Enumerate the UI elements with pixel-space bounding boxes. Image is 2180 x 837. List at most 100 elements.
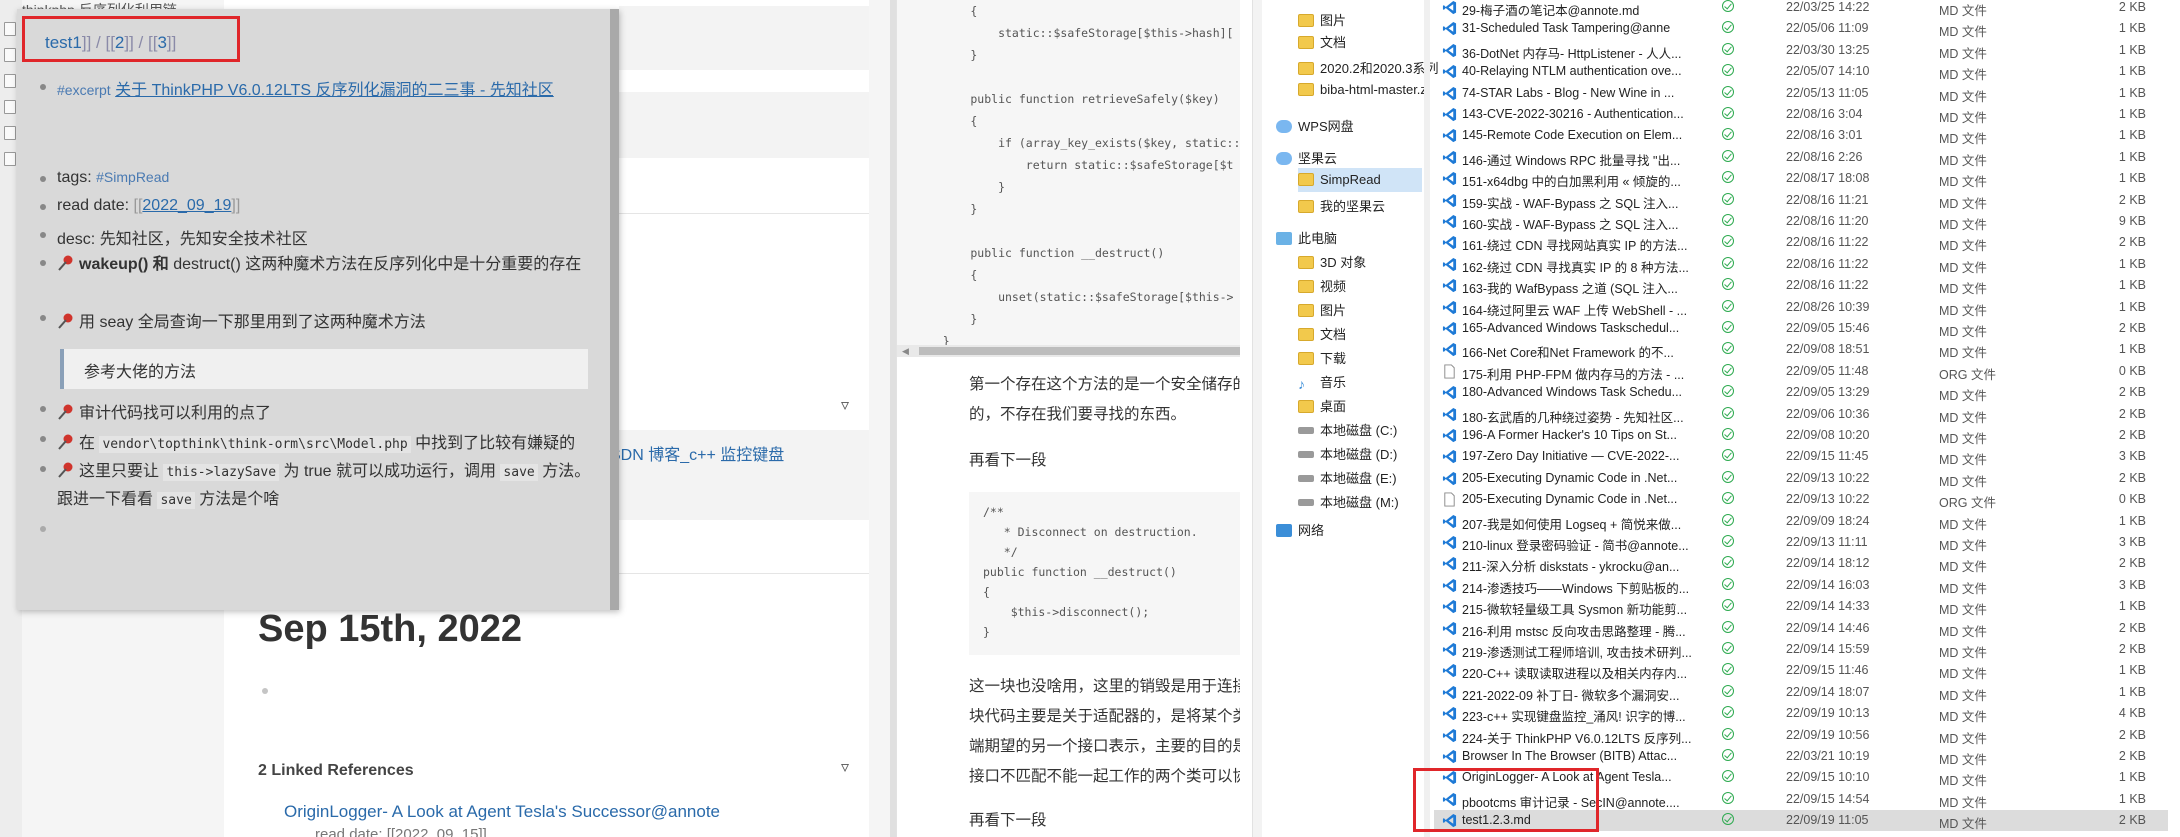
file-row[interactable]: 143-CVE-2022-30216 - Authentication... 22… xyxy=(1434,104,2168,125)
file-row[interactable]: 165-Advanced Windows Taskschedul... 22/09… xyxy=(1434,318,2168,339)
file-row[interactable]: 160-实战 - WAF-Bypass 之 SQL 注入... 22/08/16 … xyxy=(1434,211,2168,232)
nav-item[interactable]: 我的坚果云 xyxy=(1298,196,1385,215)
filter-icon[interactable]: ▿ xyxy=(841,757,849,777)
bullet[interactable] xyxy=(40,260,46,266)
scroll-left-arrow-icon[interactable]: ◀ xyxy=(902,346,909,357)
file-row[interactable]: 146-通过 Windows RPC 批量寻找 "出... 22/08/16 2:… xyxy=(1434,147,2168,168)
bullet[interactable] xyxy=(40,315,46,321)
file-row[interactable]: 180-玄武盾的几种绕过姿势 - 先知社区... 22/09/06 10:36 MD… xyxy=(1434,404,2168,425)
nav-item[interactable]: ♪ 音乐 xyxy=(1298,372,1346,392)
file-row[interactable]: 31-Scheduled Task Tampering@anne 22/05/06… xyxy=(1434,18,2168,39)
file-row[interactable]: 196-A Former Hacker's 10 Tips on St... 22… xyxy=(1434,425,2168,446)
nav-item[interactable]: SimpRead xyxy=(1298,172,1381,187)
file-row[interactable]: 219-渗透测试工程师培训, 攻击技术研判... 22/09/14 15:59 MD… xyxy=(1434,639,2168,660)
file-row[interactable]: 210-linux 登录密码验证 - 简书@annote... 22/09/13 … xyxy=(1434,532,2168,553)
file-row[interactable]: 216-利用 mstsc 反向攻击思路整理 - 腾... 22/09/14 14:… xyxy=(1434,618,2168,639)
file-row[interactable]: 145-Remote Code Execution on Elem... 22/0… xyxy=(1434,125,2168,146)
nav-item[interactable]: 下载 xyxy=(1298,348,1346,367)
nav-item[interactable]: 坚果云 xyxy=(1276,148,1337,167)
file-row[interactable]: 40-Relaying NTLM authentication ove... 22… xyxy=(1434,61,2168,82)
file-row[interactable]: 166-Net Core和Net Framework 的不... 22/09/08… xyxy=(1434,339,2168,360)
code-scrollbar-thumb[interactable] xyxy=(919,347,1249,355)
linked-page-link[interactable]: SDN 博客_c++ 监控键盘 xyxy=(610,441,784,465)
bullet[interactable] xyxy=(40,232,46,238)
tag-simpread[interactable]: #SimpRead xyxy=(96,169,169,185)
file-row[interactable]: 197-Zero Day Initiative — CVE-2022-... 22… xyxy=(1434,446,2168,467)
file-row[interactable]: 161-绕过 CDN 寻找网站真实 IP 的方法... 22/08/16 11:2… xyxy=(1434,232,2168,253)
bullet[interactable] xyxy=(40,204,46,210)
nav-item[interactable]: 图片 xyxy=(1298,10,1346,29)
empty-bullet[interactable] xyxy=(40,526,46,532)
nav-item[interactable]: 本地磁盘 (C:) xyxy=(1298,420,1397,439)
page-icon[interactable] xyxy=(4,48,16,62)
file-size: 2 KB xyxy=(2118,0,2146,14)
file-row[interactable]: 205-Executing Dynamic Code in .Net... 22/… xyxy=(1434,489,2168,510)
file-row[interactable]: 221-2022-09 补丁日- 微软多个漏洞安... 22/09/14 18:0… xyxy=(1434,682,2168,703)
file-date: 22/09/15 10:10 xyxy=(1786,770,1870,785)
nav-item[interactable]: 2020.2和2020.3系列 xyxy=(1298,58,1439,77)
bullet[interactable] xyxy=(40,406,46,412)
nav-item[interactable]: 3D 对象 xyxy=(1298,252,1366,271)
nav-item[interactable]: 此电脑 xyxy=(1276,228,1337,247)
bullet[interactable] xyxy=(40,466,46,472)
file-row[interactable]: 74-STAR Labs - Blog - New Wine in ... 22/… xyxy=(1434,83,2168,104)
linked-reference-item[interactable]: OriginLogger- A Look at Agent Tesla's Su… xyxy=(284,802,720,822)
empty-bullet[interactable] xyxy=(262,688,268,694)
file-row[interactable]: 180-Advanced Windows Task Schedu... 22/09… xyxy=(1434,382,2168,403)
page-icon[interactable] xyxy=(4,74,16,88)
file-row[interactable]: 220-C++ 读取读取进程以及相关内存内... 22/09/15 11:46 MD… xyxy=(1434,660,2168,681)
nav-item[interactable]: WPS网盘 xyxy=(1276,116,1354,135)
file-row[interactable]: 151-x64dbg 中的白加黑利用 « 倾旋的... 22/08/17 18:0… xyxy=(1434,168,2168,189)
journal-date-title[interactable]: Sep 15th, 2022 xyxy=(258,608,522,651)
nav-item[interactable]: 网络 xyxy=(1276,520,1324,539)
nav-item[interactable]: 视频 xyxy=(1298,276,1346,295)
bullet[interactable] xyxy=(40,84,46,90)
page-icon[interactable] xyxy=(4,100,16,114)
file-row[interactable]: 211-深入分析 diskstats - ykrocku@an... 22/09/… xyxy=(1434,553,2168,574)
file-row[interactable]: 205-Executing Dynamic Code in .Net... 22/… xyxy=(1434,468,2168,489)
file-row[interactable]: 223-c++ 实现键盘监控_涌风! 识字的博... 22/09/19 10:13… xyxy=(1434,703,2168,724)
file-row[interactable]: 162-绕过 CDN 寻找真实 IP 的 8 种方法... 22/08/16 11… xyxy=(1434,254,2168,275)
nav-item[interactable]: 本地磁盘 (E:) xyxy=(1298,468,1397,487)
paragraph: 块代码主要是关于适配器的，是将某个类 xyxy=(969,708,1249,725)
page-icon[interactable] xyxy=(4,126,16,140)
file-name: 163-我的 WafBypass 之道 (SQL 注入... xyxy=(1462,282,1678,297)
read-date-link[interactable]: 2022_09_19 xyxy=(142,197,231,214)
file-row[interactable]: 224-关于 ThinkPHP V6.0.12LTS 反序列... 22/09/1… xyxy=(1434,725,2168,746)
popup-scrollbar[interactable] xyxy=(610,9,619,610)
nav-item[interactable]: 文档 xyxy=(1298,324,1346,343)
file-row[interactable]: 29-梅子酒の笔记本@annote.md 22/03/25 14:22 MD 文件 2… xyxy=(1434,0,2168,18)
nav-item[interactable]: 桌面 xyxy=(1298,396,1346,415)
scrollbar[interactable] xyxy=(1252,0,1262,837)
content-block xyxy=(619,6,869,70)
file-row[interactable]: 159-实战 - WAF-Bypass 之 SQL 注入... 22/08/16 … xyxy=(1434,190,2168,211)
page-icon[interactable] xyxy=(4,152,16,166)
file-name: 175-利用 PHP-FPM 做内存马的方法 - ... xyxy=(1462,367,1685,382)
filter-icon[interactable]: ▿ xyxy=(841,395,849,415)
nav-item[interactable]: biba-html-master.z xyxy=(1298,82,1427,97)
file-row[interactable]: Browser In The Browser (BITB) Attac... 22… xyxy=(1434,746,2168,767)
file-row[interactable]: 215-微软轻量级工具 Sysmon 新功能剪... 22/09/14 14:33… xyxy=(1434,596,2168,617)
file-row[interactable]: 36-DotNet 内存马- HttpListener - 人人... 22/03… xyxy=(1434,40,2168,61)
nav-item[interactable]: 文档 xyxy=(1298,32,1346,51)
bullet[interactable] xyxy=(40,436,46,442)
file-name: 211-深入分析 diskstats - ykrocku@an... xyxy=(1462,560,1680,575)
linked-references-header[interactable]: 2 Linked References xyxy=(258,762,414,780)
nav-scrollbar[interactable] xyxy=(1424,0,1430,837)
nav-item[interactable]: 本地磁盘 (M:) xyxy=(1298,492,1399,511)
vscode-file-icon xyxy=(1442,450,1457,464)
bullet[interactable] xyxy=(40,176,46,182)
excerpt-link[interactable]: 关于 ThinkPHP V6.0.12LTS 反序列化漏洞的二三事 - 先知社区 xyxy=(115,82,554,99)
file-date: 22/09/05 11:48 xyxy=(1786,363,1869,378)
file-row[interactable]: 207-我是如何使用 Logseq + 简悦来做... 22/09/09 18:2… xyxy=(1434,511,2168,532)
page-icon[interactable] xyxy=(4,22,16,36)
file-row[interactable]: 214-渗透技巧——Windows 下剪贴板的... 22/09/14 16:03… xyxy=(1434,575,2168,596)
file-row[interactable]: 164-绕过阿里云 WAF 上传 WebShell - ... 22/08/26 … xyxy=(1434,297,2168,318)
nav-item[interactable]: 本地磁盘 (D:) xyxy=(1298,444,1397,463)
file-date: 22/05/13 11:05 xyxy=(1786,85,1869,100)
nav-item[interactable]: 图片 xyxy=(1298,300,1346,319)
file-row[interactable]: 163-我的 WafBypass 之道 (SQL 注入... 22/08/16 1… xyxy=(1434,275,2168,296)
excerpt-tag[interactable]: #excerpt xyxy=(57,82,111,98)
sync-status-icon xyxy=(1722,706,1734,719)
file-row[interactable]: 175-利用 PHP-FPM 做内存马的方法 - ... 22/09/05 11:… xyxy=(1434,361,2168,382)
